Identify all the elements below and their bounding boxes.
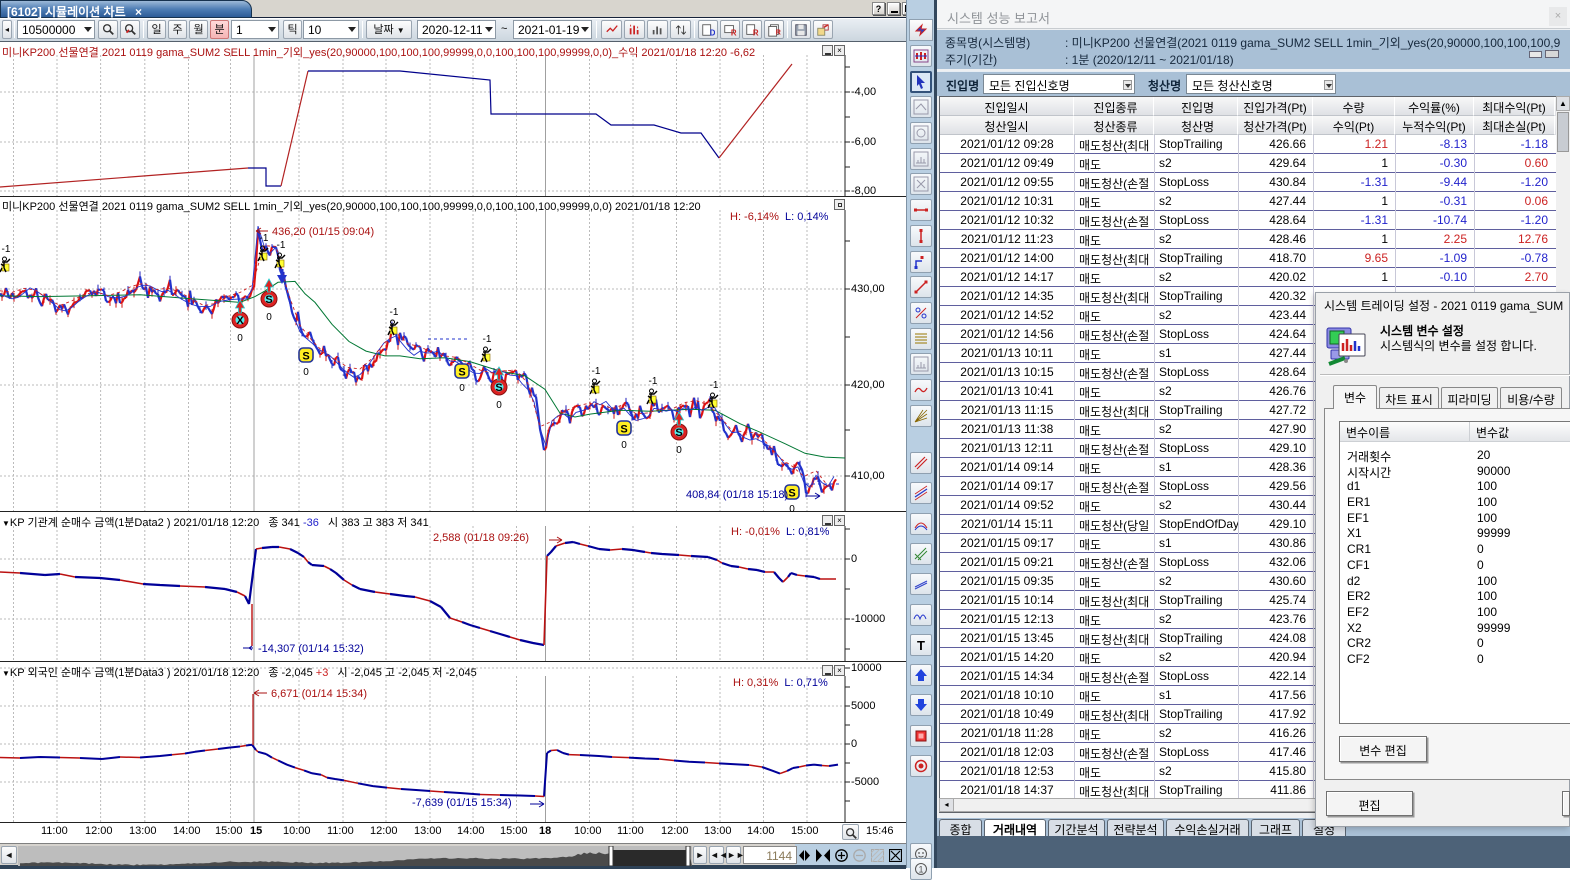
svg-text:-1: -1 <box>592 366 601 377</box>
svg-text:R: R <box>731 28 737 37</box>
svg-text:S: S <box>620 424 627 436</box>
svg-text:436,20 (01/15 09:04): 436,20 (01/15 09:04) <box>272 226 374 238</box>
svg-text:0: 0 <box>621 440 627 451</box>
svg-text:0: 0 <box>303 367 309 378</box>
svg-text:-7,639 (01/15 15:34): -7,639 (01/15 15:34) <box>412 797 512 809</box>
svg-text:-1: -1 <box>483 334 492 345</box>
svg-text:R: R <box>776 29 781 36</box>
svg-text:S: S <box>495 382 502 394</box>
svg-text:408,84 (01/18 15:18): 408,84 (01/18 15:18) <box>686 489 788 501</box>
svg-text:T: T <box>917 638 925 653</box>
svg-text:0: 0 <box>676 445 682 456</box>
svg-text:-1: -1 <box>710 380 719 391</box>
svg-text:-1: -1 <box>649 376 658 387</box>
svg-text:-14,307 (01/14 15:32): -14,307 (01/14 15:32) <box>258 643 364 655</box>
svg-text:S: S <box>675 427 682 439</box>
svg-text:0: 0 <box>237 333 243 344</box>
svg-text:0: 0 <box>459 383 465 394</box>
svg-text:-1: -1 <box>2 244 11 255</box>
svg-text:S: S <box>302 351 309 363</box>
svg-text:S: S <box>788 488 795 500</box>
svg-text:0: 0 <box>496 400 502 411</box>
svg-text:S: S <box>458 367 465 379</box>
svg-text:-1: -1 <box>260 233 269 244</box>
svg-text:6,671 (01/14 15:34): 6,671 (01/14 15:34) <box>271 688 367 700</box>
svg-text:0: 0 <box>266 312 272 323</box>
svg-text:-1: -1 <box>390 307 399 318</box>
svg-text:D: D <box>710 28 715 37</box>
svg-text:-1: -1 <box>277 240 286 251</box>
svg-text:1: 1 <box>918 865 923 875</box>
svg-text:2,588 (01/18 09:26): 2,588 (01/18 09:26) <box>433 532 529 544</box>
svg-text:0: 0 <box>789 504 795 515</box>
svg-text:X: X <box>236 315 244 327</box>
svg-text:R: R <box>753 28 759 37</box>
svg-text:S: S <box>265 294 272 306</box>
